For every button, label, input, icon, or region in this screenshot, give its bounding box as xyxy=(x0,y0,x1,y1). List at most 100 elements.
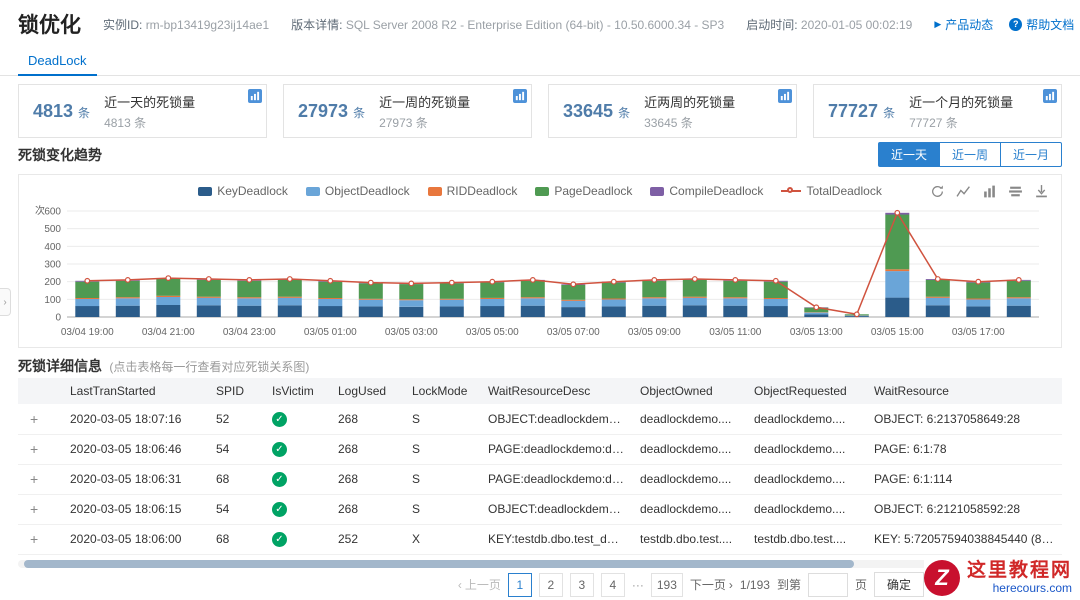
table-cell: PAGE:deadlockdemo:dat... xyxy=(480,464,632,494)
stat-sub-value: 27973 条 xyxy=(379,114,470,131)
next-page-button[interactable]: 下一页 › xyxy=(690,576,733,593)
table-cell: KEY: 5:72057594038845440 (8194443284a xyxy=(866,524,1062,554)
stat-card: 33645 条近两周的死锁量33645 条 xyxy=(548,84,797,138)
stat-detail-icon[interactable] xyxy=(1043,89,1057,103)
page-button-1[interactable]: 1 xyxy=(508,573,532,597)
stat-value: 27973 条 xyxy=(298,101,365,122)
svg-text:03/05 07:00: 03/05 07:00 xyxy=(547,327,600,338)
legend-swatch xyxy=(198,187,212,196)
tab-deadlock[interactable]: DeadLock xyxy=(18,48,97,76)
svg-text:0: 0 xyxy=(55,313,61,324)
range-button-day[interactable]: 近一天 xyxy=(878,142,940,167)
sidebar-collapse-handle[interactable]: › xyxy=(0,288,11,316)
legend-label: ObjectDeadlock xyxy=(325,184,410,198)
table-cell: deadlockdemo.... xyxy=(746,464,866,494)
start-time-meta: 启动时间: 2020-01-05 00:02:19 xyxy=(746,16,912,33)
table-cell: S xyxy=(404,434,480,464)
table-cell: testdb.dbo.test.... xyxy=(632,524,746,554)
stack-chart-icon[interactable] xyxy=(1008,184,1023,199)
goto-label-prefix: 到第 xyxy=(777,576,801,593)
goto-confirm-button[interactable]: 确定 xyxy=(874,572,924,597)
trend-chart-panel: KeyDeadlock ObjectDeadlock RIDDeadlock Page… xyxy=(18,174,1062,348)
table-cell: ✓ xyxy=(264,404,330,434)
svg-text:100: 100 xyxy=(44,295,61,306)
prev-page-button[interactable]: ‹ 上一页 xyxy=(458,576,501,593)
refresh-icon[interactable] xyxy=(930,184,945,199)
column-header-LastTranStarted: LastTranStarted xyxy=(62,378,208,404)
page-button-193[interactable]: 193 xyxy=(651,573,683,597)
page-number-list: 1234···193 xyxy=(508,573,683,597)
page-button-2[interactable]: 2 xyxy=(539,573,563,597)
stat-title: 近一个月的死锁量 xyxy=(909,92,1013,111)
bar-chart-icon[interactable] xyxy=(982,184,997,199)
table-cell: deadlockdemo.... xyxy=(632,494,746,524)
column-header-ObjectOwned: ObjectOwned xyxy=(632,378,746,404)
legend-label: CompileDeadlock xyxy=(669,184,763,198)
chevron-left-icon: ‹ xyxy=(458,578,462,592)
help-doc-link[interactable]: ? 帮助文档 xyxy=(1009,16,1074,33)
stat-sub-value: 77727 条 xyxy=(909,114,1013,131)
table-row[interactable]: +2020-03-05 18:06:1554✓268SOBJECT:deadlo… xyxy=(18,494,1062,524)
help-doc-label: 帮助文档 xyxy=(1026,16,1074,33)
legend-item-RIDDeadlock[interactable]: RIDDeadlock xyxy=(428,184,518,198)
svg-text:600: 600 xyxy=(44,207,61,218)
expand-column-header xyxy=(18,378,62,404)
expand-row-icon[interactable]: + xyxy=(26,531,42,547)
table-cell: 2020-03-05 18:06:00 xyxy=(62,524,208,554)
svg-text:03/04 19:00: 03/04 19:00 xyxy=(61,327,114,338)
download-icon[interactable] xyxy=(1034,184,1049,199)
table-cell: 68 xyxy=(208,524,264,554)
stat-value: 33645 条 xyxy=(563,101,630,122)
site-watermark: Z 这里教程网 herecours.com xyxy=(924,560,1072,596)
victim-check-icon: ✓ xyxy=(272,472,287,487)
legend-label: PageDeadlock xyxy=(554,184,632,198)
page-title: 锁优化 xyxy=(18,9,81,39)
svg-text:300: 300 xyxy=(44,260,61,271)
table-cell: 2020-03-05 18:07:16 xyxy=(62,404,208,434)
expand-row-icon[interactable]: + xyxy=(26,501,42,517)
page-button-3[interactable]: 3 xyxy=(570,573,594,597)
legend-item-KeyDeadlock[interactable]: KeyDeadlock xyxy=(198,184,288,198)
product-news-link[interactable]: ▶ 产品动态 xyxy=(934,16,993,33)
stat-detail-icon[interactable] xyxy=(248,89,262,103)
svg-text:03/05 03:00: 03/05 03:00 xyxy=(385,327,438,338)
legend-item-PageDeadlock[interactable]: PageDeadlock xyxy=(535,184,632,198)
expand-row-icon[interactable]: + xyxy=(26,441,42,457)
table-cell: PAGE: 6:1:114 xyxy=(866,464,1062,494)
chart-toolbar xyxy=(930,184,1049,199)
legend-item-TotalDeadlock[interactable]: TotalDeadlock xyxy=(781,184,881,198)
table-cell: 52 xyxy=(208,404,264,434)
svg-text:03/05 11:00: 03/05 11:00 xyxy=(709,327,762,338)
table-cell: deadlockdemo.... xyxy=(746,434,866,464)
trend-section-title: 死锁变化趋势 xyxy=(18,145,102,165)
expand-row-icon[interactable]: + xyxy=(26,411,42,427)
table-row[interactable]: +2020-03-05 18:06:3168✓268SPAGE:deadlock… xyxy=(18,464,1062,494)
expand-row-icon[interactable]: + xyxy=(26,471,42,487)
line-chart-icon[interactable] xyxy=(956,184,971,199)
range-button-week[interactable]: 近一周 xyxy=(939,142,1001,167)
svg-text:03/04 21:00: 03/04 21:00 xyxy=(142,327,195,338)
table-row[interactable]: +2020-03-05 18:06:0068✓252XKEY:testdb.db… xyxy=(18,524,1062,554)
stat-card: 77727 条近一个月的死锁量77727 条 xyxy=(813,84,1062,138)
horizontal-scrollbar-thumb[interactable] xyxy=(24,560,854,568)
stat-detail-icon[interactable] xyxy=(778,89,792,103)
horizontal-scrollbar-track xyxy=(18,560,1062,568)
table-cell: OBJECT:deadlockdemo.... xyxy=(480,494,632,524)
table-row[interactable]: +2020-03-05 18:07:1652✓268SOBJECT:deadlo… xyxy=(18,404,1062,434)
legend-item-ObjectDeadlock[interactable]: ObjectDeadlock xyxy=(306,184,410,198)
range-button-month[interactable]: 近一月 xyxy=(1000,142,1062,167)
start-time-value: 2020-01-05 00:02:19 xyxy=(801,18,912,32)
table-cell: deadlockdemo.... xyxy=(632,404,746,434)
column-header-LockMode: LockMode xyxy=(404,378,480,404)
stat-detail-icon[interactable] xyxy=(513,89,527,103)
legend-item-CompileDeadlock[interactable]: CompileDeadlock xyxy=(650,184,763,198)
version-meta: 版本详情: SQL Server 2008 R2 - Enterprise Ed… xyxy=(291,16,724,33)
svg-text:03/05 17:00: 03/05 17:00 xyxy=(952,327,1005,338)
legend-line-marker xyxy=(781,190,801,192)
page-header: 锁优化 实例ID: rm-bp13419g23ij14ae1 版本详情: SQL… xyxy=(0,0,1080,48)
chart-legend: KeyDeadlock ObjectDeadlock RIDDeadlock Page… xyxy=(19,175,1061,199)
page-button-4[interactable]: 4 xyxy=(601,573,625,597)
goto-page-input[interactable] xyxy=(808,573,848,597)
table-row[interactable]: +2020-03-05 18:06:4654✓268SPAGE:deadlock… xyxy=(18,434,1062,464)
product-news-label: 产品动态 xyxy=(945,16,993,33)
